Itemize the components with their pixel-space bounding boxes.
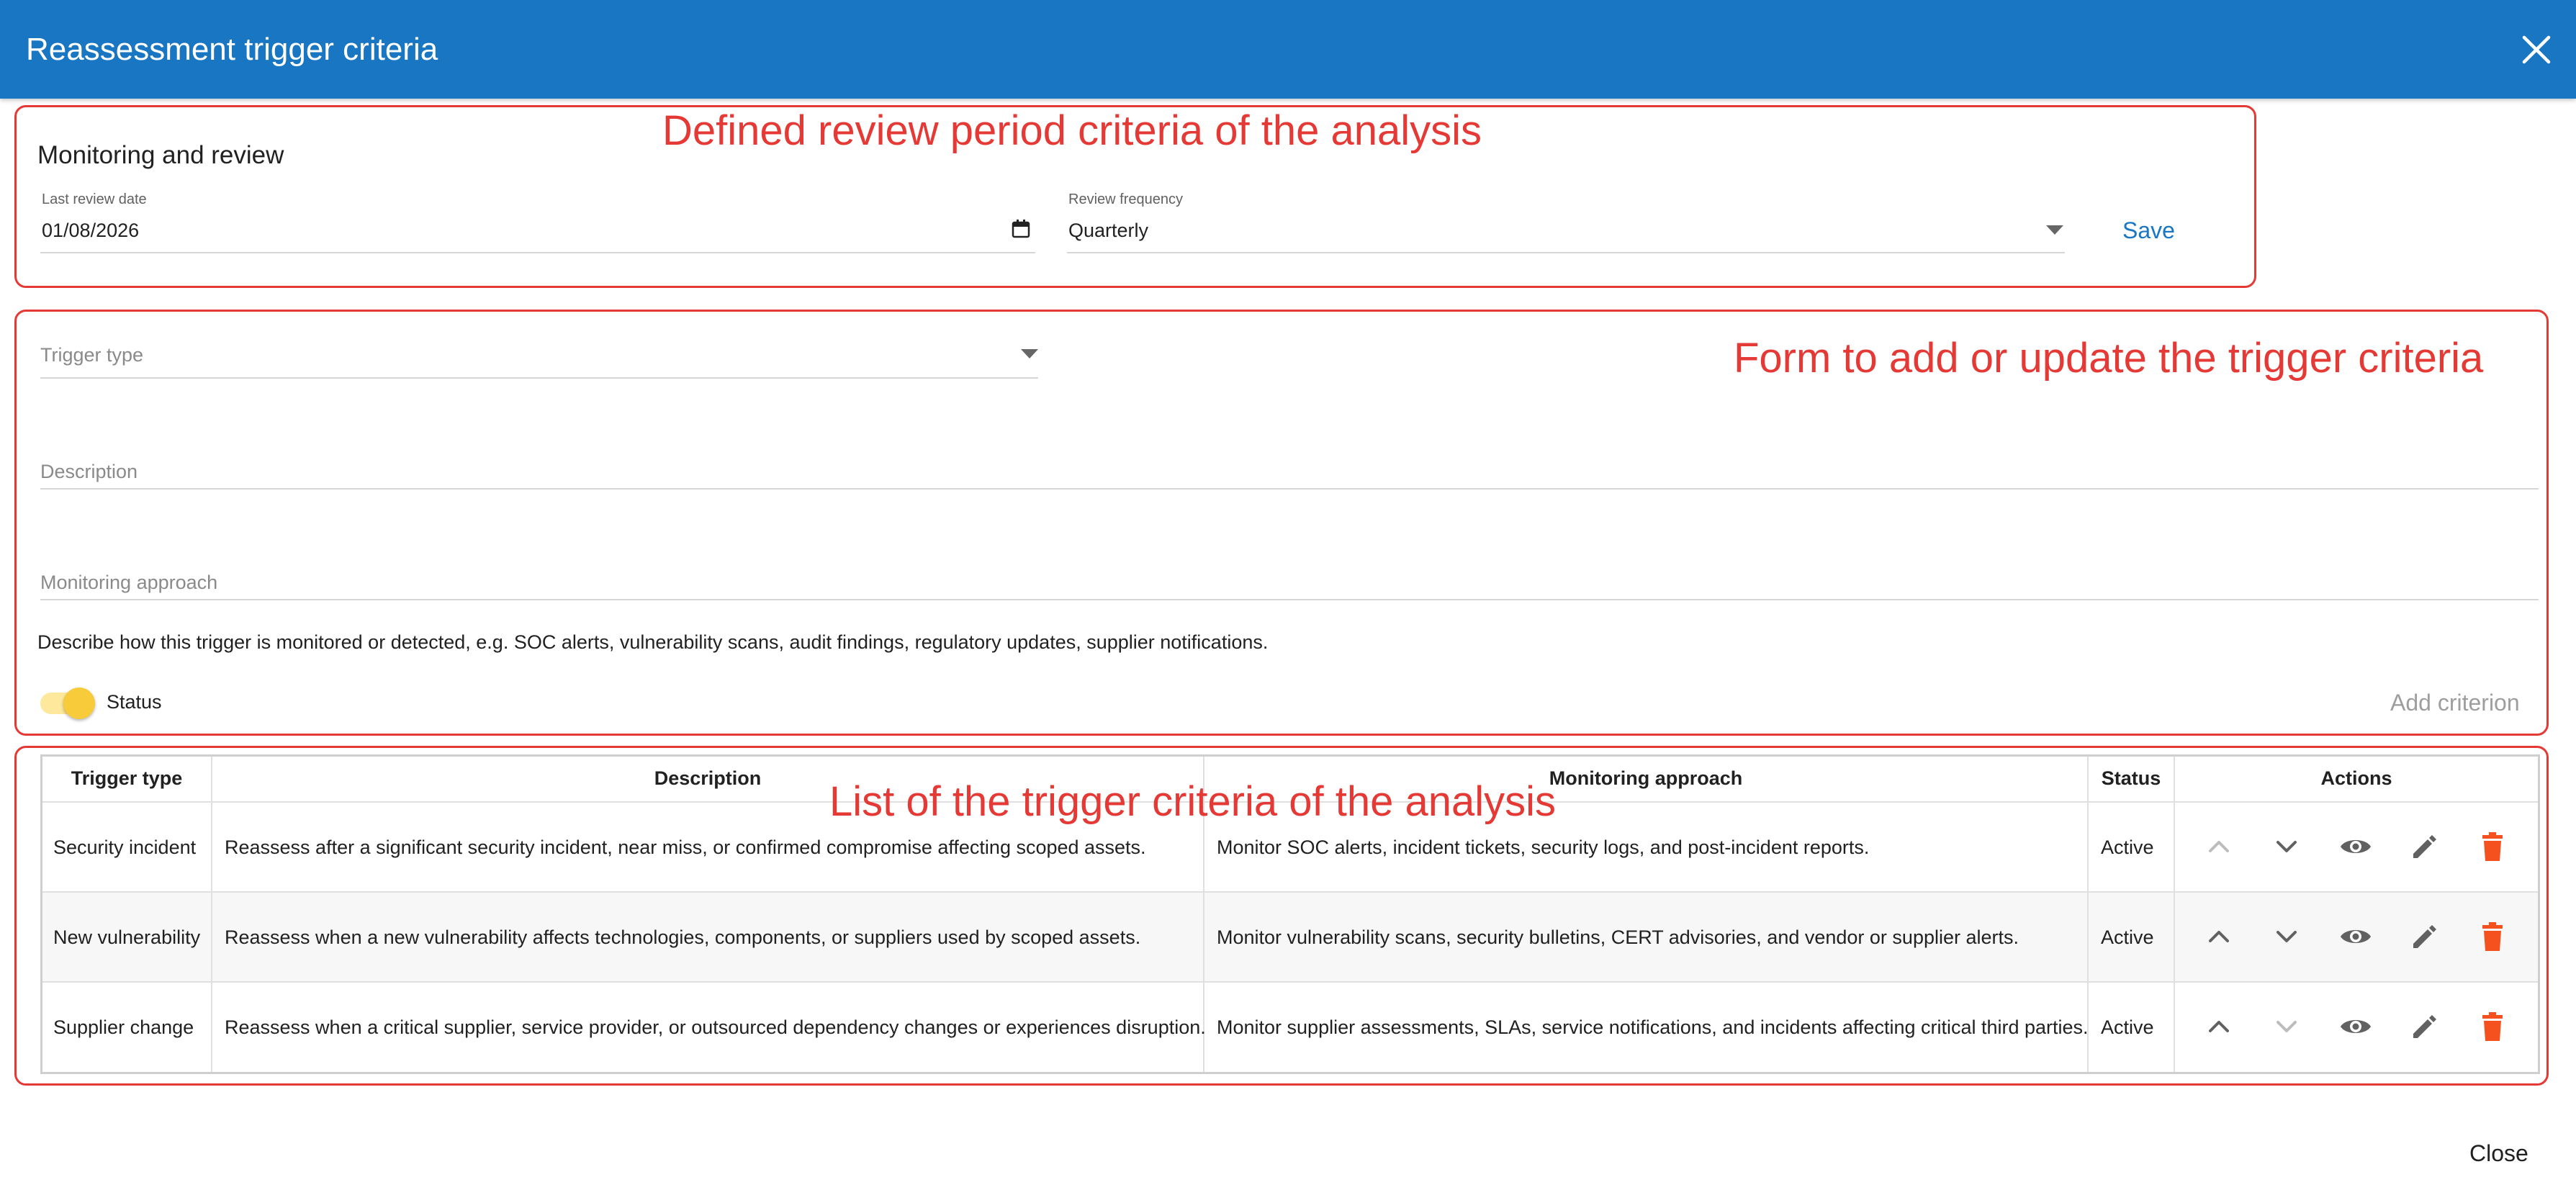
cell-description: Reassess when a critical supplier, servi… bbox=[225, 1016, 1206, 1038]
col-divider bbox=[211, 757, 212, 1072]
monitoring-approach-underline bbox=[40, 599, 2539, 600]
row-divider bbox=[42, 981, 2538, 983]
last-review-date-label: Last review date bbox=[42, 191, 147, 207]
cell-description: Reassess when a new vulnerability affect… bbox=[225, 926, 1141, 948]
cell-monitoring: Monitor vulnerability scans, security bu… bbox=[1217, 926, 2019, 948]
save-button[interactable]: Save bbox=[2122, 217, 2175, 244]
pencil-icon[interactable] bbox=[2408, 919, 2442, 954]
annotation-review-period: Defined review period criteria of the an… bbox=[662, 107, 1482, 154]
monitoring-approach-input[interactable]: Monitoring approach bbox=[40, 572, 217, 594]
status-toggle-knob[interactable] bbox=[63, 687, 95, 719]
trash-icon[interactable] bbox=[2475, 1009, 2510, 1044]
last-review-date-underline bbox=[40, 252, 1035, 253]
chevron-up-icon[interactable] bbox=[2202, 829, 2236, 864]
chevron-up-icon[interactable] bbox=[2202, 1009, 2236, 1044]
trigger-type-select[interactable]: Trigger type bbox=[40, 344, 143, 366]
close-icon[interactable] bbox=[2520, 33, 2553, 66]
annotation-form: Form to add or update the trigger criter… bbox=[1734, 335, 2484, 382]
description-underline bbox=[40, 488, 2539, 490]
chevron-up-icon[interactable] bbox=[2202, 919, 2236, 954]
column-header-trigger-type: Trigger type bbox=[71, 767, 183, 789]
pencil-icon[interactable] bbox=[2408, 1009, 2442, 1044]
review-frequency-underline bbox=[1067, 252, 2065, 253]
chevron-down-icon[interactable] bbox=[2269, 919, 2304, 954]
chevron-down-icon[interactable] bbox=[2269, 1009, 2304, 1044]
eye-icon[interactable] bbox=[2338, 919, 2373, 954]
cell-monitoring: Monitor supplier assessments, SLAs, serv… bbox=[1217, 1016, 2089, 1038]
dialog-title: Reassessment trigger criteria bbox=[26, 32, 438, 67]
trash-icon[interactable] bbox=[2475, 829, 2510, 864]
add-criterion-button[interactable]: Add criterion bbox=[2390, 690, 2520, 716]
chevron-down-icon[interactable] bbox=[2269, 829, 2304, 864]
pencil-icon[interactable] bbox=[2408, 829, 2442, 864]
description-input[interactable]: Description bbox=[40, 461, 138, 483]
cell-trigger-type: Security incident bbox=[53, 836, 197, 858]
last-review-date-value[interactable]: 01/08/2026 bbox=[42, 220, 139, 242]
cell-status: Active bbox=[2101, 836, 2154, 858]
annotation-list: List of the trigger criteria of the anal… bbox=[829, 778, 1557, 825]
cell-trigger-type: Supplier change bbox=[53, 1016, 194, 1038]
trash-icon[interactable] bbox=[2475, 919, 2510, 954]
cell-monitoring: Monitor SOC alerts, incident tickets, se… bbox=[1217, 836, 1870, 858]
row-divider bbox=[42, 891, 2538, 893]
review-frequency-label: Review frequency bbox=[1068, 191, 1183, 207]
cell-status: Active bbox=[2101, 1016, 2154, 1038]
eye-icon[interactable] bbox=[2338, 1009, 2373, 1044]
column-header-status: Status bbox=[2101, 767, 2161, 789]
cell-trigger-type: New vulnerability bbox=[53, 926, 201, 948]
section-title-monitoring: Monitoring and review bbox=[37, 141, 284, 169]
trigger-type-underline bbox=[40, 377, 1038, 379]
cell-status: Active bbox=[2101, 926, 2154, 948]
calendar-icon[interactable] bbox=[1011, 219, 1031, 239]
review-frequency-select[interactable]: Quarterly bbox=[1068, 220, 1148, 242]
column-header-actions: Actions bbox=[2320, 767, 2392, 789]
close-button[interactable]: Close bbox=[2469, 1140, 2528, 1167]
col-divider bbox=[2174, 757, 2175, 1072]
caret-down-icon[interactable] bbox=[1021, 349, 1038, 358]
caret-down-icon[interactable] bbox=[2046, 225, 2063, 235]
monitoring-hint-text: Describe how this trigger is monitored o… bbox=[37, 631, 1269, 653]
status-label: Status bbox=[107, 691, 162, 713]
eye-icon[interactable] bbox=[2338, 829, 2373, 864]
cell-description: Reassess after a significant security in… bbox=[225, 836, 1146, 858]
